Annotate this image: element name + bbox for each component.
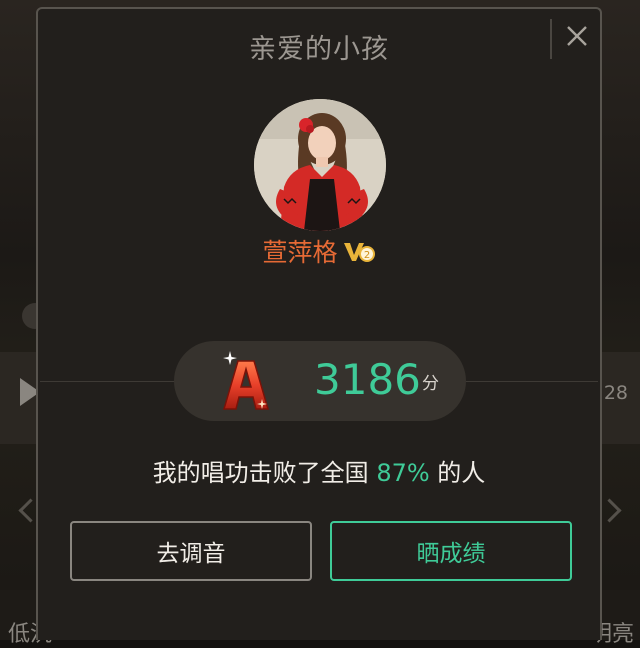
username[interactable]: 萱萍格 — [262, 233, 337, 269]
avatar-image — [254, 99, 386, 231]
ranking-prefix: 我的唱功击败了全国 — [152, 459, 377, 487]
user-row: 萱萍格 2 — [38, 233, 600, 269]
tune-button[interactable]: 去调音 — [70, 521, 312, 581]
playback-time: 28 — [603, 382, 628, 404]
score-panel: 3186 分 — [174, 341, 466, 421]
grade-a-icon — [223, 351, 269, 410]
close-button[interactable] — [558, 17, 596, 55]
close-icon — [567, 26, 587, 46]
score-unit: 分 — [422, 374, 439, 394]
ranking-suffix: 的人 — [429, 459, 486, 487]
ranking-text: 我的唱功击败了全国 87% 的人 — [38, 453, 600, 488]
avatar[interactable] — [254, 99, 386, 231]
svg-text:2: 2 — [363, 250, 369, 261]
close-divider — [550, 19, 552, 59]
song-title: 亲爱的小孩 — [249, 34, 389, 65]
vip-badge-icon: 2 — [343, 243, 375, 262]
share-score-button[interactable]: 晒成绩 — [330, 521, 572, 581]
score-value: 3186 — [314, 355, 421, 404]
ranking-percent: 87% — [376, 459, 430, 487]
score-dialog: 亲爱的小孩 萱萍格 2 3186 分 我的唱功击败了全国 87% 的人 去调音 … — [36, 7, 602, 640]
